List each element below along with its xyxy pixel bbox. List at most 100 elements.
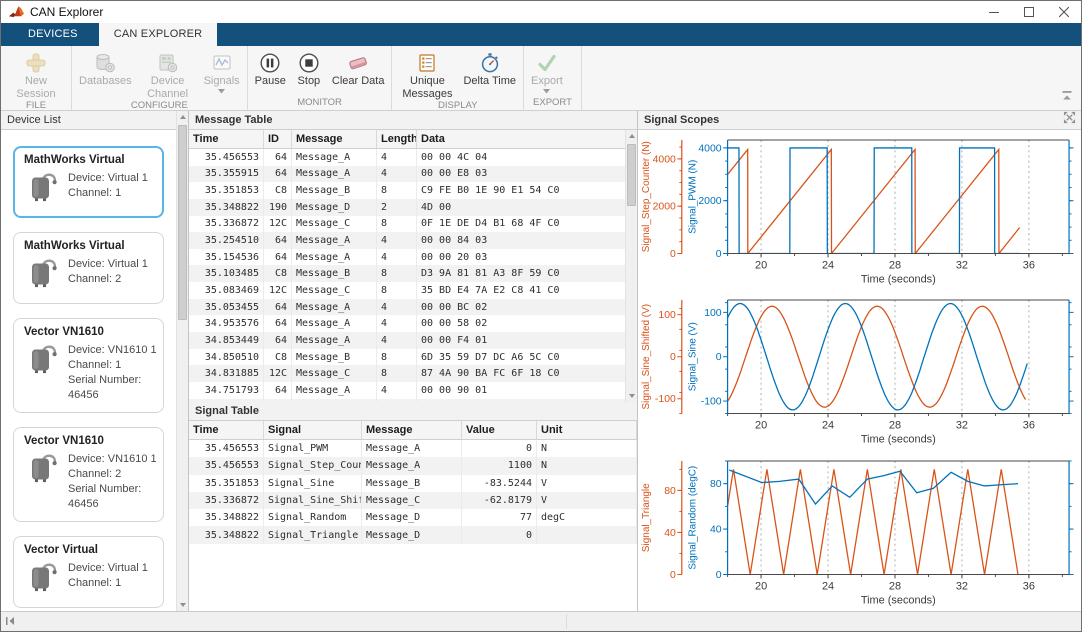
export-icon — [536, 51, 558, 75]
toolbar-button-export[interactable]: Export — [527, 48, 567, 97]
signal-scopes-header: Signal Scopes — [638, 111, 1081, 130]
toolbar-button-new-session[interactable]: New Session — [4, 48, 68, 100]
table-cell: 00 00 2C 01 — [417, 399, 637, 402]
svg-text:0: 0 — [716, 570, 722, 581]
scroll-up-icon[interactable] — [177, 111, 188, 123]
scrollbar-thumb[interactable] — [178, 125, 187, 320]
device-list: MathWorks VirtualDevice: Virtual 1Channe… — [1, 130, 188, 611]
table-cell: 35.456553 — [189, 440, 264, 457]
toolbar-button-device-channel[interactable]: Device Channel — [136, 48, 200, 100]
message-table-scrollbar[interactable] — [625, 130, 637, 402]
scroll-down-icon[interactable] — [626, 390, 637, 402]
series-signal-sine — [728, 304, 1028, 410]
tab-devices[interactable]: DEVICES — [13, 23, 93, 46]
table-row: 35.456553Signal_PWMMessage_A0N — [189, 440, 637, 457]
table-cell: 64 — [264, 332, 292, 349]
table-cell: Message_A — [292, 249, 377, 266]
table-cell: Message_B — [362, 475, 462, 492]
column-header-message[interactable]: Message — [362, 421, 462, 439]
table-cell: Message_B — [292, 349, 377, 366]
toolbar-button-label: Clear Data — [332, 75, 385, 88]
inner-y-axis-label: Signal_PWM (N) — [688, 160, 699, 234]
toolstrip-section-label: MONITOR — [251, 97, 389, 110]
table-cell: Signal_Sine — [264, 475, 362, 492]
scrollbar-thumb[interactable] — [627, 144, 636, 206]
toolstrip-group-export: ExportEXPORT — [524, 46, 582, 110]
table-cell: 8 — [377, 265, 417, 282]
statusbar — [1, 611, 1081, 631]
column-header-unit[interactable]: Unit — [537, 421, 637, 439]
table-cell — [537, 526, 637, 543]
toolbar-button-databases[interactable]: Databases — [75, 48, 136, 100]
table-cell: 35.053455 — [189, 299, 264, 316]
tables-panel: Message Table TimeIDMessageLengthData 35… — [189, 111, 638, 611]
column-header-signal[interactable]: Signal — [264, 421, 362, 439]
table-cell: Signal_Random — [264, 509, 362, 526]
x-axis-label: Time (seconds) — [861, 434, 936, 446]
toolbar-button-delta-time[interactable]: Delta Time — [459, 48, 520, 100]
table-cell: 64 — [264, 382, 292, 399]
toolbar-button-label: Unique Messages — [399, 75, 455, 100]
column-header-time[interactable]: Time — [189, 421, 264, 439]
toolbar-button-label: Delta Time — [463, 75, 516, 88]
column-header-length[interactable]: Length — [377, 130, 417, 148]
toolbar-button-unique-messages[interactable]: Unique Messages — [395, 48, 459, 100]
device-card-vector-vn1610-channel-2[interactable]: Vector VN1610Device: VN1610 1Channel: 2S… — [13, 427, 164, 522]
device-card-mathworks-virtual-channel-2[interactable]: MathWorks VirtualDevice: Virtual 1Channe… — [13, 232, 164, 304]
table-cell: 34.651806 — [189, 399, 264, 402]
table-cell: 34.953576 — [189, 315, 264, 332]
column-header-time[interactable]: Time — [189, 130, 264, 148]
expand-icon — [1063, 111, 1076, 124]
table-cell: 35.336872 — [189, 492, 264, 509]
series-signal-random — [729, 470, 1018, 504]
column-header-message[interactable]: Message — [292, 130, 377, 148]
svg-text:100: 100 — [658, 310, 676, 321]
column-header-id[interactable]: ID — [264, 130, 292, 148]
column-header-value[interactable]: Value — [462, 421, 537, 439]
collapse-panel-button[interactable] — [5, 613, 15, 631]
minimize-icon — [989, 7, 999, 17]
signal-table-rows: 35.456553Signal_PWMMessage_A0N35.456553S… — [189, 440, 637, 544]
table-cell: 12C — [264, 216, 292, 233]
toolbar-button-stop[interactable]: Stop — [290, 48, 328, 97]
table-cell: 35.351853 — [189, 182, 264, 199]
minimize-button[interactable] — [976, 1, 1011, 23]
table-cell: Signal_Step_Counter — [264, 457, 362, 474]
device-details: Device: VN1610 1Channel: 1Serial Number:… — [68, 342, 157, 403]
column-header-data[interactable]: Data — [417, 130, 637, 148]
scope-plot-container: 2024283236Time (seconds)04080Signal_Rand… — [638, 451, 1081, 611]
table-row: 34.65180664Message_A400 00 2C 01 — [189, 399, 637, 402]
device-card-mathworks-virtual-channel-1[interactable]: MathWorks VirtualDevice: Virtual 1Channe… — [13, 146, 164, 218]
table-cell: D3 9A 81 81 A3 8F 59 C0 — [417, 265, 637, 282]
tab-can-explorer[interactable]: CAN EXPLORER — [99, 23, 218, 46]
device-card-vector-virtual-channel-1[interactable]: Vector VirtualDevice: Virtual 1Channel: … — [13, 536, 164, 608]
toolbar-button-pause[interactable]: Pause — [251, 48, 290, 97]
table-row: 35.351853Signal_SineMessage_B-83.5244V — [189, 475, 637, 492]
dropdown-arrow-icon — [218, 89, 225, 95]
table-row: 35.351853C8Message_B8C9 FE B0 1E 90 E1 5… — [189, 182, 637, 199]
device-details: Device: VN1610 1Channel: 2Serial Number:… — [68, 451, 157, 512]
scroll-up-icon[interactable] — [626, 130, 637, 142]
expand-panel-button[interactable] — [1063, 111, 1076, 130]
table-row: 35.348822190Message_D24D 00 — [189, 199, 637, 216]
device-card-vector-vn1610-channel-1[interactable]: Vector VN1610Device: VN1610 1Channel: 1S… — [13, 318, 164, 413]
collapse-toolstrip-button[interactable] — [1061, 88, 1073, 106]
svg-text:20: 20 — [755, 580, 767, 592]
toolbar-button-signals[interactable]: Signals — [200, 48, 244, 100]
table-cell: Message_A — [292, 332, 377, 349]
dropdown-arrow-icon — [543, 89, 550, 95]
svg-text:36: 36 — [1023, 580, 1035, 592]
svg-text:20: 20 — [755, 259, 767, 271]
table-cell: Message_A — [292, 149, 377, 166]
device-list-scrollbar[interactable] — [176, 111, 188, 611]
maximize-button[interactable] — [1011, 1, 1046, 23]
device-details: Device: Virtual 1Channel: 1 — [68, 170, 148, 208]
table-cell: -62.8179 — [462, 492, 537, 509]
svg-text:0: 0 — [716, 249, 722, 260]
toolbar-button-clear-data[interactable]: Clear Data — [328, 48, 389, 97]
scope-plot-3: 2024283236Time (seconds)04080Signal_Rand… — [638, 451, 1081, 611]
scroll-down-icon[interactable] — [177, 599, 188, 611]
signals-icon — [211, 51, 233, 75]
table-cell: 35.254510 — [189, 232, 264, 249]
close-button[interactable] — [1046, 1, 1081, 23]
